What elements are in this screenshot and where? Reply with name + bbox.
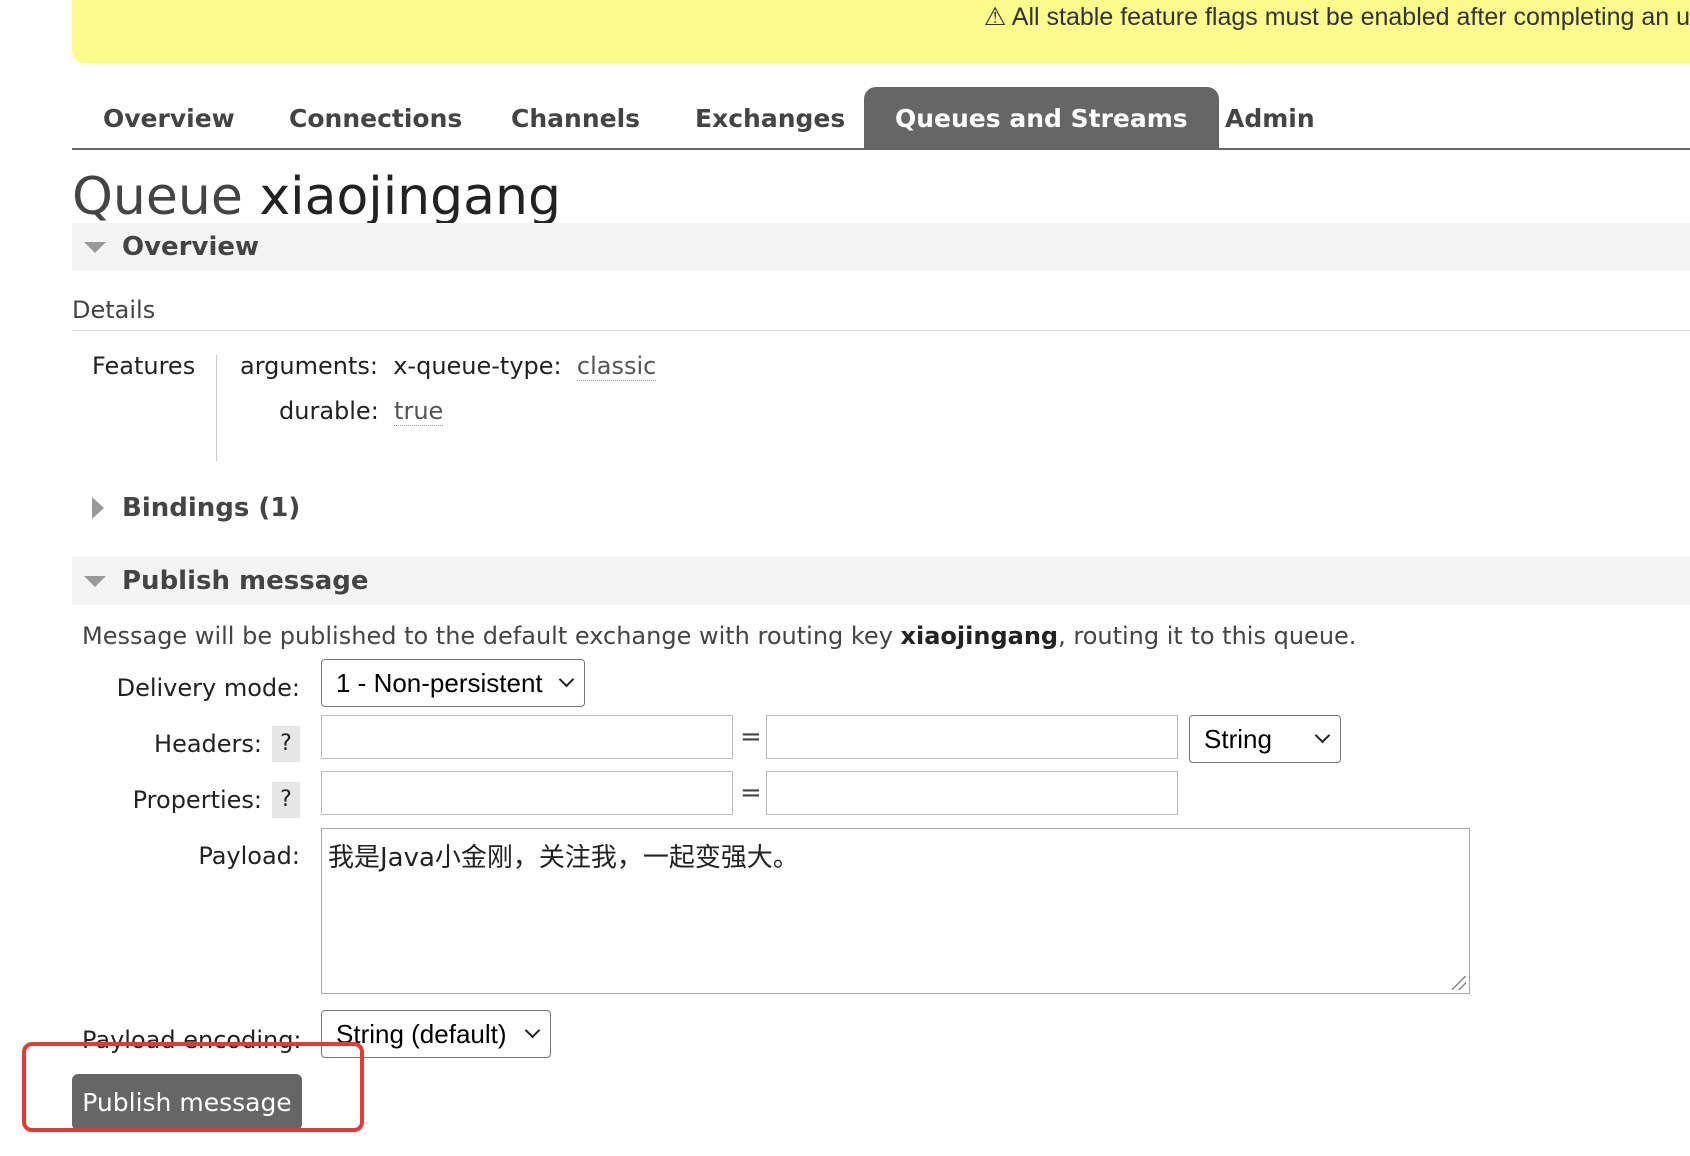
publish-heading: Publish message: [122, 566, 369, 596]
durable-value: true: [394, 397, 444, 426]
properties-help-button[interactable]: ?: [272, 782, 300, 818]
properties-equals: =: [740, 778, 762, 808]
arguments-key: arguments:: [240, 352, 378, 380]
headers-help-button[interactable]: ?: [272, 726, 300, 762]
header-type-select[interactable]: String: [1189, 715, 1341, 763]
queue-type-value: classic: [576, 352, 657, 381]
property-value-input[interactable]: [766, 771, 1178, 815]
bindings-heading: Bindings (1): [122, 493, 301, 523]
overview-section-header[interactable]: Overview: [72, 223, 1690, 271]
feature-arguments-row: arguments: x-queue-type: classic: [240, 352, 657, 381]
resize-grip-icon[interactable]: [1452, 976, 1466, 990]
tab-admin[interactable]: Admin: [1194, 87, 1346, 148]
durable-key: durable:: [279, 397, 379, 425]
chevron-down-icon: [524, 1022, 541, 1039]
publish-section-header[interactable]: Publish message: [72, 557, 1690, 605]
collapse-triangle-icon: [84, 576, 106, 587]
chevron-down-icon: [558, 671, 575, 688]
overview-heading: Overview: [122, 232, 260, 262]
queue-type-key: x-queue-type:: [393, 352, 562, 380]
header-value-input[interactable]: [766, 715, 1178, 759]
payload-textarea[interactable]: 我是Java小金刚，关注我，一起变强大。: [321, 828, 1470, 994]
expand-triangle-icon: [92, 497, 104, 519]
details-label: Details: [72, 296, 1690, 331]
tab-connections[interactable]: Connections: [258, 87, 493, 148]
annotation-highlight-box: [22, 1042, 364, 1132]
routing-key: xiaojingang: [900, 622, 1059, 650]
queue-name: xiaojingang: [259, 167, 561, 227]
payload-label: Payload:: [198, 842, 300, 870]
publish-description: Message will be published to the default…: [82, 622, 1356, 650]
payload-text: 我是Java小金刚，关注我，一起变强大。: [328, 843, 799, 873]
tab-exchanges[interactable]: Exchanges: [664, 87, 876, 148]
main-nav: Overview Connections Channels Exchanges …: [72, 87, 1690, 150]
bindings-section-header[interactable]: Bindings (1): [72, 484, 672, 532]
features-divider: [216, 355, 217, 461]
feature-durable-row: durable: true: [279, 397, 444, 426]
headers-label: Headers:: [154, 730, 262, 758]
delivery-mode-label: Delivery mode:: [116, 674, 300, 702]
page-title-prefix: Queue: [72, 167, 243, 227]
collapse-triangle-icon: [84, 242, 106, 253]
publish-desc-prefix: Message will be published to the default…: [82, 622, 901, 650]
tab-overview[interactable]: Overview: [72, 87, 266, 148]
chevron-down-icon: [1314, 727, 1331, 744]
delivery-mode-value: 1 - Non-persistent: [336, 668, 543, 698]
property-key-input[interactable]: [321, 771, 733, 815]
banner-text: ⚠ All stable feature flags must be enabl…: [983, 3, 1690, 31]
tab-channels[interactable]: Channels: [480, 87, 671, 148]
feature-flag-banner: ⚠ All stable feature flags must be enabl…: [72, 0, 1690, 63]
tab-queues-and-streams[interactable]: Queues and Streams: [864, 87, 1219, 148]
page-title: Queue xiaojingang: [72, 162, 561, 232]
headers-equals: =: [740, 722, 762, 752]
delivery-mode-select[interactable]: 1 - Non-persistent: [321, 659, 585, 707]
publish-desc-suffix: , routing it to this queue.: [1058, 622, 1357, 650]
header-type-value: String: [1204, 724, 1272, 754]
features-label: Features: [92, 352, 196, 380]
properties-label: Properties:: [132, 786, 262, 814]
header-key-input[interactable]: [321, 715, 733, 759]
rabbitmq-queue-page: ⚠ All stable feature flags must be enabl…: [0, 0, 1690, 1156]
